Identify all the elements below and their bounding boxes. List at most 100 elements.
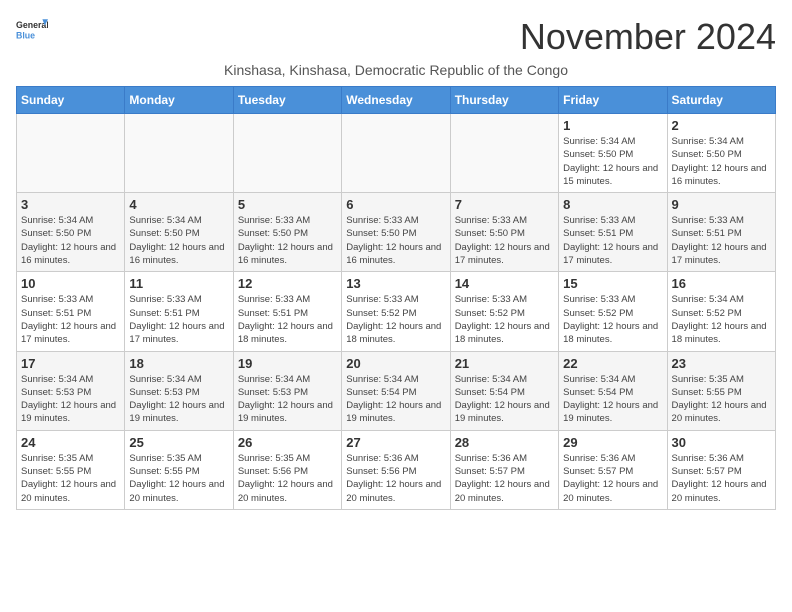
day-info: Sunrise: 5:34 AM Sunset: 5:50 PM Dayligh… [672, 135, 771, 188]
day-info: Sunrise: 5:36 AM Sunset: 5:57 PM Dayligh… [672, 452, 771, 505]
day-cell: 5 Sunrise: 5:33 AM Sunset: 5:50 PM Daylig… [233, 193, 341, 272]
day-cell: 19 Sunrise: 5:34 AM Sunset: 5:53 PM Dayli… [233, 351, 341, 430]
header-cell-tuesday: Tuesday [233, 87, 341, 114]
day-cell: 14 Sunrise: 5:33 AM Sunset: 5:52 PM Dayli… [450, 272, 558, 351]
day-info: Sunrise: 5:34 AM Sunset: 5:50 PM Dayligh… [563, 135, 662, 188]
day-number: 28 [455, 435, 554, 450]
day-info: Sunrise: 5:34 AM Sunset: 5:54 PM Dayligh… [455, 373, 554, 426]
month-title: November 2024 [520, 16, 776, 58]
day-number: 24 [21, 435, 120, 450]
day-number: 23 [672, 356, 771, 371]
day-number: 25 [129, 435, 228, 450]
day-number: 15 [563, 276, 662, 291]
day-info: Sunrise: 5:36 AM Sunset: 5:57 PM Dayligh… [563, 452, 662, 505]
day-cell [17, 114, 125, 193]
day-info: Sunrise: 5:34 AM Sunset: 5:54 PM Dayligh… [346, 373, 445, 426]
day-number: 16 [672, 276, 771, 291]
day-cell: 30 Sunrise: 5:36 AM Sunset: 5:57 PM Dayli… [667, 430, 775, 509]
day-cell [233, 114, 341, 193]
header-cell-sunday: Sunday [17, 87, 125, 114]
day-info: Sunrise: 5:36 AM Sunset: 5:57 PM Dayligh… [455, 452, 554, 505]
day-number: 18 [129, 356, 228, 371]
week-row-5: 24 Sunrise: 5:35 AM Sunset: 5:55 PM Dayli… [17, 430, 776, 509]
day-number: 9 [672, 197, 771, 212]
day-number: 20 [346, 356, 445, 371]
day-info: Sunrise: 5:35 AM Sunset: 5:55 PM Dayligh… [672, 373, 771, 426]
day-info: Sunrise: 5:34 AM Sunset: 5:53 PM Dayligh… [21, 373, 120, 426]
day-number: 12 [238, 276, 337, 291]
day-cell: 23 Sunrise: 5:35 AM Sunset: 5:55 PM Dayli… [667, 351, 775, 430]
day-cell: 29 Sunrise: 5:36 AM Sunset: 5:57 PM Dayli… [559, 430, 667, 509]
day-number: 8 [563, 197, 662, 212]
header-row: SundayMondayTuesdayWednesdayThursdayFrid… [17, 87, 776, 114]
day-cell: 7Sunrise: 5:33 AM Sunset: 5:50 PM Daylig… [450, 193, 558, 272]
day-number: 5 [238, 197, 337, 212]
day-cell: 1 Sunrise: 5:34 AM Sunset: 5:50 PM Daylig… [559, 114, 667, 193]
subtitle: Kinshasa, Kinshasa, Democratic Republic … [16, 62, 776, 78]
day-cell: 3 Sunrise: 5:34 AM Sunset: 5:50 PM Daylig… [17, 193, 125, 272]
header-cell-friday: Friday [559, 87, 667, 114]
day-number: 26 [238, 435, 337, 450]
day-cell: 16 Sunrise: 5:34 AM Sunset: 5:52 PM Dayli… [667, 272, 775, 351]
svg-text:General: General [16, 20, 48, 30]
day-number: 22 [563, 356, 662, 371]
day-info: Sunrise: 5:36 AM Sunset: 5:56 PM Dayligh… [346, 452, 445, 505]
day-number: 17 [21, 356, 120, 371]
title-block: November 2024 [520, 16, 776, 58]
day-cell: 26Sunrise: 5:35 AM Sunset: 5:56 PM Dayli… [233, 430, 341, 509]
day-number: 27 [346, 435, 445, 450]
day-number: 29 [563, 435, 662, 450]
day-info: Sunrise: 5:34 AM Sunset: 5:53 PM Dayligh… [238, 373, 337, 426]
day-info: Sunrise: 5:33 AM Sunset: 5:51 PM Dayligh… [563, 214, 662, 267]
day-info: Sunrise: 5:33 AM Sunset: 5:52 PM Dayligh… [346, 293, 445, 346]
day-info: Sunrise: 5:34 AM Sunset: 5:54 PM Dayligh… [563, 373, 662, 426]
day-cell: 8 Sunrise: 5:33 AM Sunset: 5:51 PM Daylig… [559, 193, 667, 272]
day-number: 14 [455, 276, 554, 291]
day-number: 19 [238, 356, 337, 371]
day-cell [125, 114, 233, 193]
day-number: 10 [21, 276, 120, 291]
day-number: 7 [455, 197, 554, 212]
day-cell: 11Sunrise: 5:33 AM Sunset: 5:51 PM Dayli… [125, 272, 233, 351]
day-number: 21 [455, 356, 554, 371]
day-cell: 20 Sunrise: 5:34 AM Sunset: 5:54 PM Dayli… [342, 351, 450, 430]
header-cell-monday: Monday [125, 87, 233, 114]
day-info: Sunrise: 5:33 AM Sunset: 5:51 PM Dayligh… [21, 293, 120, 346]
day-info: Sunrise: 5:35 AM Sunset: 5:55 PM Dayligh… [21, 452, 120, 505]
day-cell: 13 Sunrise: 5:33 AM Sunset: 5:52 PM Dayli… [342, 272, 450, 351]
day-info: Sunrise: 5:34 AM Sunset: 5:50 PM Dayligh… [129, 214, 228, 267]
header: General Blue November 2024 [16, 16, 776, 58]
day-info: Sunrise: 5:33 AM Sunset: 5:51 PM Dayligh… [672, 214, 771, 267]
day-number: 6 [346, 197, 445, 212]
calendar: SundayMondayTuesdayWednesdayThursdayFrid… [16, 86, 776, 510]
day-info: Sunrise: 5:34 AM Sunset: 5:50 PM Dayligh… [21, 214, 120, 267]
day-cell: 22 Sunrise: 5:34 AM Sunset: 5:54 PM Dayli… [559, 351, 667, 430]
day-info: Sunrise: 5:34 AM Sunset: 5:53 PM Dayligh… [129, 373, 228, 426]
day-number: 30 [672, 435, 771, 450]
day-cell: 4 Sunrise: 5:34 AM Sunset: 5:50 PM Daylig… [125, 193, 233, 272]
day-number: 11 [129, 276, 228, 291]
day-info: Sunrise: 5:35 AM Sunset: 5:55 PM Dayligh… [129, 452, 228, 505]
day-cell: 18 Sunrise: 5:34 AM Sunset: 5:53 PM Dayli… [125, 351, 233, 430]
day-cell: 27 Sunrise: 5:36 AM Sunset: 5:56 PM Dayli… [342, 430, 450, 509]
day-info: Sunrise: 5:33 AM Sunset: 5:50 PM Dayligh… [346, 214, 445, 267]
day-info: Sunrise: 5:33 AM Sunset: 5:52 PM Dayligh… [455, 293, 554, 346]
calendar-body: 1 Sunrise: 5:34 AM Sunset: 5:50 PM Daylig… [17, 114, 776, 510]
day-number: 2 [672, 118, 771, 133]
day-number: 3 [21, 197, 120, 212]
day-number: 1 [563, 118, 662, 133]
logo: General Blue [16, 16, 48, 48]
day-info: Sunrise: 5:33 AM Sunset: 5:51 PM Dayligh… [238, 293, 337, 346]
header-cell-thursday: Thursday [450, 87, 558, 114]
day-cell: 21 Sunrise: 5:34 AM Sunset: 5:54 PM Dayli… [450, 351, 558, 430]
calendar-header: SundayMondayTuesdayWednesdayThursdayFrid… [17, 87, 776, 114]
day-cell [450, 114, 558, 193]
week-row-4: 17 Sunrise: 5:34 AM Sunset: 5:53 PM Dayli… [17, 351, 776, 430]
day-info: Sunrise: 5:34 AM Sunset: 5:52 PM Dayligh… [672, 293, 771, 346]
day-info: Sunrise: 5:33 AM Sunset: 5:50 PM Dayligh… [238, 214, 337, 267]
day-cell: 6 Sunrise: 5:33 AM Sunset: 5:50 PM Daylig… [342, 193, 450, 272]
day-cell: 17 Sunrise: 5:34 AM Sunset: 5:53 PM Dayli… [17, 351, 125, 430]
logo-icon: General Blue [16, 16, 48, 48]
day-number: 13 [346, 276, 445, 291]
day-number: 4 [129, 197, 228, 212]
